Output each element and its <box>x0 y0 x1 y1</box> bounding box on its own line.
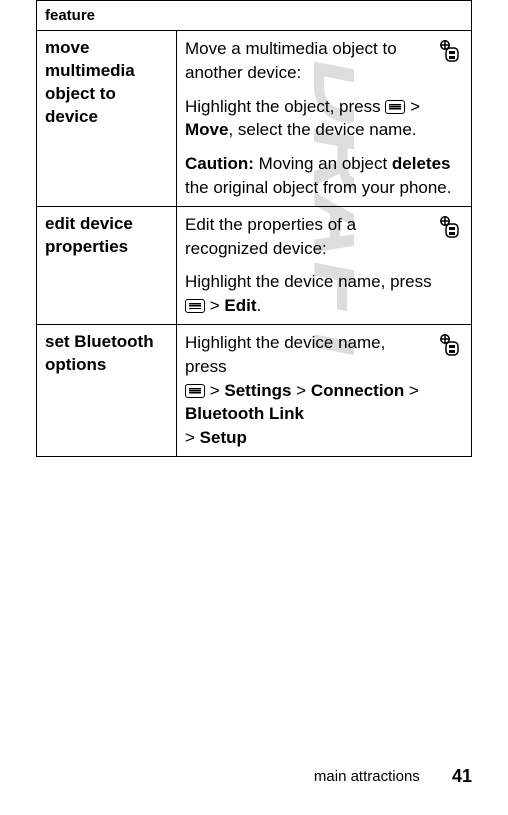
text: the original object from your phone. <box>185 178 452 197</box>
section-title: main attractions <box>314 768 420 785</box>
table-header-feature: feature <box>37 1 472 31</box>
page-footer: main attractions 41 <box>314 766 472 787</box>
bluetooth-badge-icon <box>437 331 463 364</box>
menu-key-icon <box>185 384 205 398</box>
table-row: move multimedia object to device Move a … <box>37 31 472 207</box>
text: Move a multimedia object to another devi… <box>185 39 397 82</box>
text: > <box>185 428 200 447</box>
menu-key-icon <box>185 299 205 313</box>
text: deletes <box>392 154 451 173</box>
page: DRAFT feature move multimedia object to … <box>0 0 508 815</box>
text: > <box>405 97 420 116</box>
menu-key-icon <box>385 100 405 114</box>
feature-desc: Highlight the device name, press > Setti… <box>177 324 472 456</box>
text: Moving an object <box>254 154 392 173</box>
feature-desc: Edit the properties of a recognized devi… <box>177 206 472 324</box>
text: Highlight the device name, press <box>185 272 432 291</box>
feature-title: move multimedia object to device <box>37 31 177 207</box>
feature-desc: Move a multimedia object to another devi… <box>177 31 472 207</box>
text: Highlight the object, press <box>185 97 385 116</box>
caution-label: Caution: <box>185 154 254 173</box>
menu-path: Settings <box>224 381 291 400</box>
menu-path: Edit <box>224 296 256 315</box>
bluetooth-badge-icon <box>437 37 463 70</box>
text: Highlight the device name, press <box>185 333 385 376</box>
text: > <box>291 381 310 400</box>
feature-title: set Bluetooth options <box>37 324 177 456</box>
text: . <box>256 296 261 315</box>
features-table: feature move multimedia object to device <box>36 0 472 457</box>
bluetooth-badge-icon <box>437 213 463 246</box>
page-number: 41 <box>452 766 472 786</box>
feature-title: edit device properties <box>37 206 177 324</box>
table-row: set Bluetooth options Highligh <box>37 324 472 456</box>
menu-path: Connection <box>311 381 405 400</box>
menu-path: Move <box>185 120 228 139</box>
menu-path: Setup <box>200 428 247 447</box>
text: > <box>205 296 224 315</box>
text: > <box>404 381 419 400</box>
text: Edit the properties of a recognized devi… <box>185 215 356 258</box>
table-row: edit device properties Edit the properti… <box>37 206 472 324</box>
text: , select the device name. <box>228 120 416 139</box>
text: > <box>205 381 224 400</box>
menu-path: Bluetooth Link <box>185 404 304 423</box>
